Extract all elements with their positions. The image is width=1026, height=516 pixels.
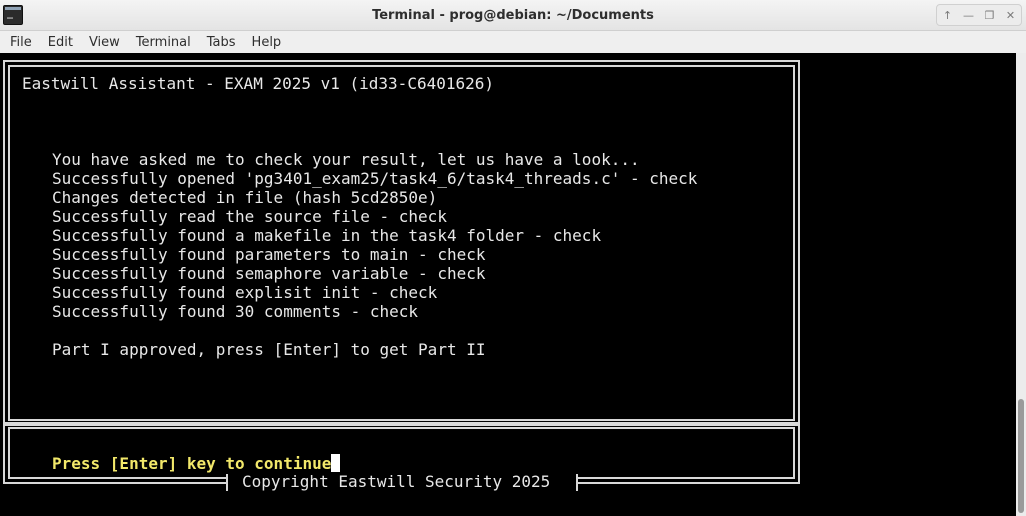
arrow-up-icon[interactable]: ↑ [940,7,956,23]
scrollbar-thumb[interactable] [1018,399,1024,513]
output-line: Successfully opened 'pg3401_exam25/task4… [52,169,698,188]
output-line: Successfully found 30 comments - check [52,302,419,321]
menu-help[interactable]: Help [244,35,290,50]
assistant-header: Eastwill Assistant - EXAM 2025 v1 (id33-… [22,74,495,93]
output-line: Successfully read the source file - chec… [52,207,447,226]
window-controls: ↑ — ❐ ✕ [936,4,1022,26]
scrollbar[interactable] [1016,53,1026,516]
close-icon[interactable]: ✕ [1003,7,1019,23]
window-title: Terminal - prog@debian: ~/Documents [372,8,654,23]
output-line: Successfully found parameters to main - … [52,245,486,264]
continue-prompt-text: Press [Enter] key to continue [52,454,332,473]
terminal-area[interactable]: Eastwill Assistant - EXAM 2025 v1 (id33-… [0,53,1016,516]
output-line: Successfully found explisit init - check [52,283,438,302]
continue-prompt: Press [Enter] key to continue [52,454,341,473]
output-line: Successfully found a makefile in the tas… [52,226,602,245]
copyright-text: Copyright Eastwill Security 2025 [242,472,551,491]
text-cursor [331,454,341,472]
menu-bar: File Edit View Terminal Tabs Help [0,31,1026,53]
menu-view[interactable]: View [81,35,128,50]
minimize-icon[interactable]: — [961,7,977,23]
copyright-box: Copyright Eastwill Security 2025 [226,472,578,491]
menu-edit[interactable]: Edit [40,35,81,50]
restore-icon[interactable]: ❐ [982,7,998,23]
menu-file[interactable]: File [2,35,40,50]
menu-tabs[interactable]: Tabs [199,35,244,50]
output-line: Successfully found semaphore variable - … [52,264,486,283]
menu-terminal[interactable]: Terminal [128,35,199,50]
title-bar: Terminal - prog@debian: ~/Documents ↑ — … [0,0,1026,31]
output-line: Changes detected in file (hash 5cd2850e) [52,188,438,207]
output-line: You have asked me to check your result, … [52,150,640,169]
approval-status: Part I approved, press [Enter] to get Pa… [52,340,486,359]
